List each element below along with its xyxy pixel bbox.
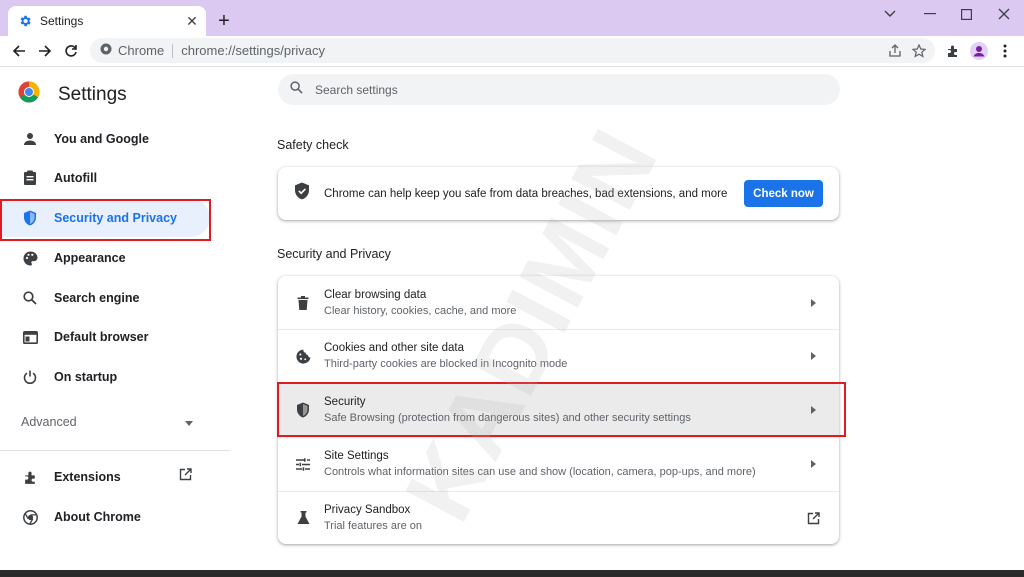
url-text[interactable]: chrome://settings/privacy: [181, 43, 325, 58]
sidebar-item-about-chrome[interactable]: About Chrome: [0, 498, 210, 536]
highlight-box-security-row: [277, 382, 846, 437]
row-title: Site Settings: [324, 450, 389, 462]
forward-button[interactable]: [34, 40, 56, 62]
close-tab-icon[interactable]: ✕: [182, 11, 202, 31]
sidebar-item-autofill[interactable]: Autofill: [0, 159, 210, 197]
bookmark-star-icon[interactable]: [910, 42, 928, 60]
search-icon: [290, 80, 303, 99]
sidebar-item-label: Default browser: [54, 330, 149, 344]
trash-icon: [294, 294, 312, 312]
shield-check-icon: [294, 182, 310, 205]
safety-check-text: Chrome can help keep you safe from data …: [324, 187, 728, 200]
sidebar-item-search-engine[interactable]: Search engine: [0, 279, 210, 317]
person-icon: [21, 130, 39, 148]
sidebar-item-appearance[interactable]: Appearance: [0, 239, 210, 277]
toolbar: Chrome chrome://settings/privacy: [0, 36, 1024, 67]
security-privacy-heading: Security and Privacy: [277, 247, 391, 261]
search-settings-input[interactable]: Search settings: [278, 74, 840, 105]
row-title: Privacy Sandbox: [324, 504, 411, 516]
maximize-button[interactable]: [948, 4, 984, 24]
tab-title: Settings: [40, 14, 84, 28]
safety-check-heading: Safety check: [277, 138, 349, 152]
search-placeholder: Search settings: [315, 82, 398, 97]
sidebar-item-on-startup[interactable]: On startup: [0, 358, 210, 396]
sidebar-item-label: About Chrome: [54, 510, 141, 524]
power-icon: [21, 368, 39, 386]
divider: [172, 43, 174, 58]
share-icon[interactable]: [886, 42, 904, 60]
row-subtitle: Third-party cookies are blocked in Incog…: [324, 358, 568, 370]
chrome-site-icon: [100, 42, 112, 60]
sidebar-item-label: Appearance: [54, 251, 126, 265]
caret-right-icon: [803, 454, 823, 474]
minimize-button[interactable]: [912, 4, 948, 24]
row-subtitle: Trial features are on: [324, 520, 423, 532]
sidebar-item-label: You and Google: [54, 132, 149, 146]
tab-settings[interactable]: Settings ✕: [8, 6, 206, 36]
row-subtitle: Clear history, cookies, cache, and more: [324, 304, 517, 317]
sidebar-item-you-and-google[interactable]: You and Google: [0, 120, 210, 158]
row-site-settings[interactable]: Site Settings Controls what information …: [278, 437, 839, 490]
row-cookies-site-data[interactable]: Cookies and other site data Third-party …: [278, 329, 839, 382]
tune-sliders-icon: [294, 455, 312, 473]
chrome-outline-icon: [21, 508, 39, 526]
clipboard-icon: [21, 169, 39, 187]
flask-icon: [294, 509, 312, 527]
browser-window-icon: [21, 328, 39, 346]
taskbar: [0, 570, 1024, 577]
close-window-button[interactable]: [986, 4, 1022, 24]
caret-right-icon: [803, 346, 823, 366]
palette-icon: [21, 249, 39, 267]
sidebar-item-label: On startup: [54, 370, 118, 384]
row-title: Clear browsing data: [324, 288, 427, 301]
site-label: Chrome: [118, 43, 165, 58]
title-bar: Settings ✕ +: [0, 0, 1024, 36]
back-button[interactable]: [8, 40, 30, 62]
sidebar-item-label: Autofill: [54, 171, 98, 185]
more-menu-icon[interactable]: [996, 42, 1014, 60]
settings-gear-icon: [18, 14, 32, 28]
sidebar-item-default-browser[interactable]: Default browser: [0, 318, 210, 356]
check-now-button[interactable]: Check now: [744, 180, 823, 207]
row-clear-browsing-data[interactable]: Clear browsing data Clear history, cooki…: [278, 276, 839, 329]
caret-down-icon: [185, 413, 193, 431]
puzzle-icon: [21, 468, 39, 486]
row-subtitle: Controls what information sites can use …: [324, 466, 756, 478]
sidebar-item-label: Search engine: [54, 291, 140, 305]
safety-check-card: Chrome can help keep you safe from data …: [278, 167, 839, 220]
reload-button[interactable]: [60, 40, 82, 62]
open-in-new-icon: [803, 508, 823, 528]
highlight-box-sidebar: [0, 199, 211, 241]
divider: [0, 450, 230, 451]
caret-right-icon: [803, 293, 823, 313]
chevron-down-icon[interactable]: [872, 4, 908, 24]
address-bar[interactable]: Chrome chrome://settings/privacy: [90, 38, 935, 63]
settings-header: Settings: [18, 81, 127, 108]
chrome-logo-icon: [18, 81, 40, 108]
row-privacy-sandbox[interactable]: Privacy Sandbox Trial features are on: [278, 491, 839, 544]
sidebar-item-extensions[interactable]: Extensions: [0, 458, 200, 496]
search-icon: [21, 289, 39, 307]
profile-avatar-icon[interactable]: [970, 42, 988, 60]
new-tab-button[interactable]: +: [214, 11, 234, 31]
advanced-toggle[interactable]: Advanced: [21, 410, 193, 434]
cookie-icon: [294, 347, 312, 365]
sidebar-item-label: Extensions: [54, 470, 121, 484]
page-title: Settings: [58, 83, 127, 105]
advanced-label: Advanced: [21, 415, 77, 429]
open-in-new-icon: [179, 468, 192, 486]
row-title: Cookies and other site data: [324, 342, 465, 354]
sidebar: Settings You and Google Autofill Securit…: [0, 67, 262, 577]
extensions-puzzle-icon[interactable]: [944, 42, 962, 60]
